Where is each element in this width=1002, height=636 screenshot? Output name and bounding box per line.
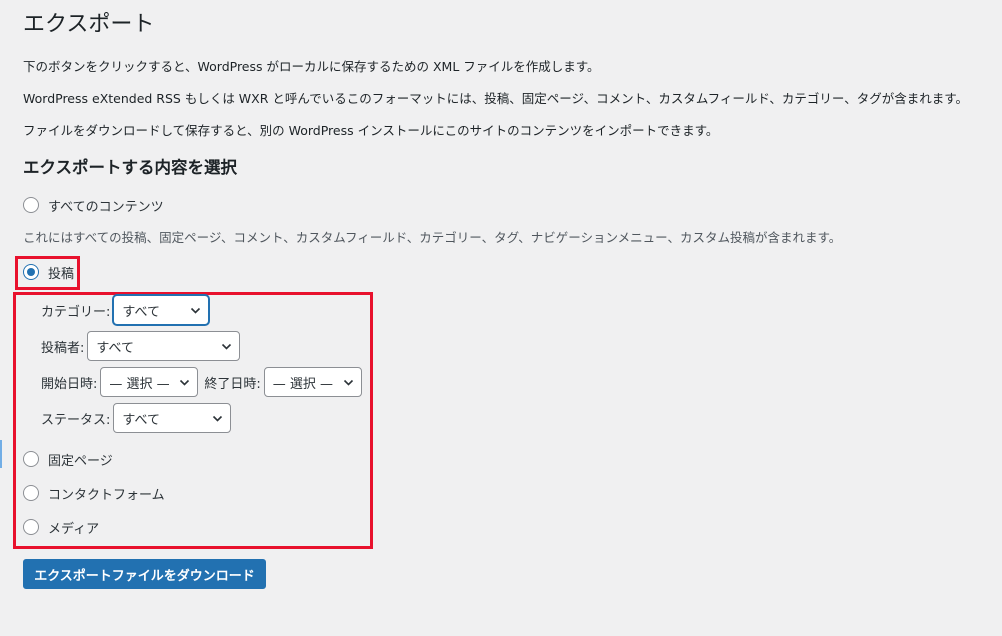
description-line-3: ファイルをダウンロードして保存すると、別の WordPress インストールにこ… — [23, 123, 719, 138]
end-date-select[interactable]: — 選択 — — [263, 367, 362, 397]
edge-marker — [0, 440, 2, 468]
start-date-select-value: — 選択 — — [109, 376, 170, 392]
end-date-label: 終了日時: — [204, 376, 261, 392]
radio-button[interactable] — [23, 519, 39, 535]
radio-label: すべてのコンテンツ — [48, 199, 164, 215]
page-title: エクスポート — [23, 12, 155, 37]
description-line-1: 下のボタンをクリックすると、WordPress がローカルに保存するための XM… — [23, 59, 600, 74]
author-filter-row: 投稿者: すべて — [41, 331, 241, 361]
radio-posts[interactable]: 投稿 — [23, 262, 74, 282]
category-filter-row: カテゴリー: すべて — [41, 295, 210, 325]
radio-button[interactable] — [23, 197, 39, 213]
radio-button[interactable] — [23, 485, 39, 501]
chevron-down-icon — [221, 341, 232, 351]
category-select-value: すべて — [122, 304, 160, 320]
author-label: 投稿者: — [41, 340, 85, 356]
chevron-down-icon — [179, 377, 190, 387]
status-select[interactable]: すべて — [113, 403, 232, 433]
all-content-note: これにはすべての投稿、固定ページ、コメント、カスタムフィールド、カテゴリー、タグ… — [23, 230, 842, 245]
author-select[interactable]: すべて — [87, 331, 241, 361]
chevron-down-icon — [190, 305, 201, 315]
radio-all-content[interactable]: すべてのコンテンツ — [23, 195, 164, 215]
radio-label: メディア — [48, 521, 100, 537]
radio-contact-forms[interactable]: コンタクトフォーム — [23, 483, 165, 503]
radio-pages[interactable]: 固定ページ — [23, 449, 113, 469]
radio-label: コンタクトフォーム — [48, 487, 165, 503]
category-select[interactable]: すべて — [113, 295, 210, 325]
radio-label: 固定ページ — [48, 453, 113, 469]
radio-button[interactable] — [23, 451, 39, 467]
end-date-select-value: — 選択 — — [272, 376, 334, 392]
description-line-2: WordPress eXtended RSS もしくは WXR と呼んでいるこの… — [23, 91, 969, 106]
author-select-value: すべて — [96, 340, 134, 356]
status-label: ステータス: — [41, 412, 111, 428]
radio-media[interactable]: メディア — [23, 517, 99, 537]
status-select-value: すべて — [122, 412, 160, 428]
admin-edge — [0, 0, 3, 636]
radio-label: 投稿 — [48, 266, 75, 282]
date-filter-row: 開始日時: — 選択 — 終了日時: — 選択 — — [41, 367, 362, 397]
chevron-down-icon — [343, 377, 353, 387]
export-page: エクスポート 下のボタンをクリックすると、WordPress がローカルに保存す… — [0, 0, 1002, 636]
status-filter-row: ステータス: すべて — [41, 403, 232, 433]
category-label: カテゴリー: — [41, 304, 111, 320]
start-date-select[interactable]: — 選択 — — [100, 367, 199, 397]
chevron-down-icon — [212, 413, 223, 423]
download-export-button[interactable]: エクスポートファイルをダウンロード — [23, 559, 266, 589]
start-date-label: 開始日時: — [41, 376, 98, 392]
radio-button-checked[interactable] — [23, 264, 39, 280]
section-heading: エクスポートする内容を選択 — [23, 158, 238, 177]
